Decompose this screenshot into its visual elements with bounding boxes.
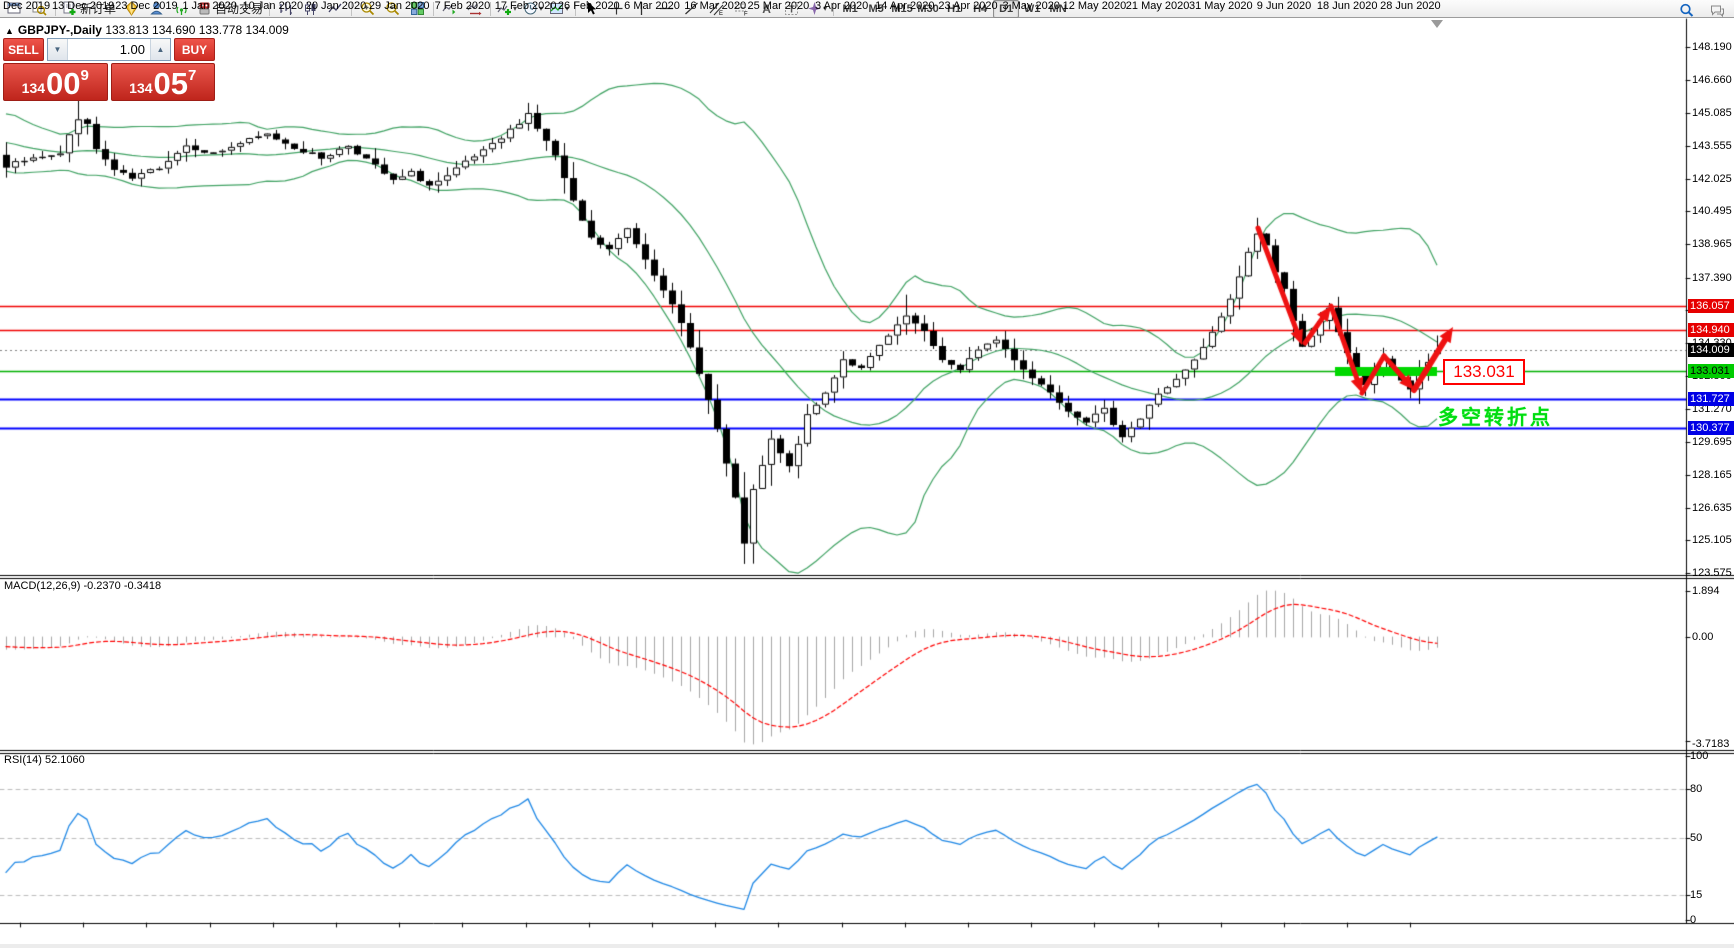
price-axis-badge-blue: 130.377 xyxy=(1688,421,1734,435)
price-axis-tick: 129.695 xyxy=(1692,436,1732,448)
buy-button[interactable]: BUY xyxy=(174,38,215,61)
date-axis-label: 16 Mar 2020 xyxy=(684,0,746,12)
date-axis-label: 18 Jun 2020 xyxy=(1317,0,1378,12)
date-axis-label: 21 May 2020 xyxy=(1126,0,1190,12)
date-axis-label: 3 May 2020 xyxy=(1002,0,1059,12)
sell-price-pip: 9 xyxy=(81,67,89,84)
date-axis-label: 23 Apr 2020 xyxy=(938,0,997,12)
volume-increase-icon[interactable]: ▲ xyxy=(150,39,170,60)
symbol-marker-icon: ▲ xyxy=(5,26,14,36)
date-axis-label: 31 May 2020 xyxy=(1189,0,1253,12)
date-axis-label: 12 May 2020 xyxy=(1063,0,1127,12)
rsi-axis-tick: 0 xyxy=(1690,914,1696,926)
date-axis-label: 23 Dec 2019 xyxy=(115,0,177,12)
volume-value[interactable]: 1.00 xyxy=(68,39,150,60)
price-axis-badge-green: 133.031 xyxy=(1688,364,1734,378)
macd-axis-tick: -3.7183 xyxy=(1692,738,1729,750)
date-axis-label: 28 Jun 2020 xyxy=(1380,0,1441,12)
sell-price-prefix: 134 xyxy=(22,80,45,96)
price-axis-badge-red: 136.057 xyxy=(1688,299,1734,313)
price-axis-tick: 143.555 xyxy=(1692,140,1732,152)
price-axis-badge-blue: 131.727 xyxy=(1688,392,1734,406)
price-axis-tick: 125.105 xyxy=(1692,534,1732,546)
date-axis-label: 7 Feb 2020 xyxy=(435,0,491,12)
date-axis-label: 10 Jan 2020 xyxy=(243,0,304,12)
date-axis-label: 13 Dec 2019 xyxy=(52,0,114,12)
date-axis-label: 26 Feb 2020 xyxy=(558,0,620,12)
chart-shift-marker-icon[interactable] xyxy=(1431,20,1443,28)
macd-axis-tick: 1.894 xyxy=(1692,585,1720,597)
date-axis-label: Dec 2019 xyxy=(3,0,50,12)
sell-button[interactable]: SELL xyxy=(3,38,44,61)
price-axis-tick: 148.190 xyxy=(1692,41,1732,53)
mt4-window: 新订单自动交易▾▾▾EFAT▾M1M5M15M30H1H4D1W1MN ▲GBP… xyxy=(0,0,1734,948)
symbol-name: GBPJPY-,Daily xyxy=(18,23,102,37)
price-axis-tick: 123.575 xyxy=(1692,567,1732,579)
date-axis-label: 25 Mar 2020 xyxy=(748,0,810,12)
one-click-trading-panel: SELL ▼ 1.00 ▲ BUY 134 00 9 134 05 7 xyxy=(3,38,215,101)
price-level-callout[interactable]: 133.031 xyxy=(1443,359,1525,385)
buy-price-prefix: 134 xyxy=(129,80,152,96)
buy-price-pip: 7 xyxy=(188,67,196,84)
date-axis-label: 1 Jan 2020 xyxy=(182,0,236,12)
price-axis-tick: 126.635 xyxy=(1692,502,1732,514)
price-axis-tick: 145.085 xyxy=(1692,107,1732,119)
volume-stepper[interactable]: ▼ 1.00 ▲ xyxy=(47,38,171,61)
rsi-axis-tick: 80 xyxy=(1690,783,1702,795)
rsi-axis-tick: 100 xyxy=(1690,750,1708,762)
sell-price-button[interactable]: 134 00 9 xyxy=(3,63,108,101)
date-axis-label: 3 Apr 2020 xyxy=(815,0,868,12)
price-axis-tick: 140.495 xyxy=(1692,205,1732,217)
price-axis-tick: 146.660 xyxy=(1692,74,1732,86)
date-axis-label: 29 Jan 2020 xyxy=(369,0,430,12)
sell-price-main: 00 xyxy=(46,71,80,97)
price-axis-tick: 128.165 xyxy=(1692,469,1732,481)
status-strip xyxy=(0,944,1734,948)
buy-price-main: 05 xyxy=(154,71,188,97)
macd-axis-tick: 0.00 xyxy=(1692,631,1713,643)
macd-indicator-label: MACD(12,26,9) -0.2370 -0.3418 xyxy=(4,580,161,592)
buy-price-button[interactable]: 134 05 7 xyxy=(111,63,216,101)
price-axis-badge-black: 134.009 xyxy=(1688,343,1734,357)
date-axis-label: 17 Feb 2020 xyxy=(495,0,557,12)
turning-point-annotation[interactable]: 多空转折点 xyxy=(1438,401,1553,430)
price-axis-tick: 142.025 xyxy=(1692,173,1732,185)
price-axis-tick: 137.390 xyxy=(1692,272,1732,284)
rsi-indicator-label: RSI(14) 52.1060 xyxy=(4,754,85,766)
chart-canvas[interactable] xyxy=(0,0,1734,948)
price-axis-tick: 138.965 xyxy=(1692,238,1732,250)
date-axis-label: 6 Mar 2020 xyxy=(624,0,680,12)
date-axis-label: 20 Jan 2020 xyxy=(306,0,367,12)
rsi-axis-tick: 15 xyxy=(1690,889,1702,901)
symbol-info-line: ▲ GBPJPY-,Daily 133.813 134.690 133.778 1… xyxy=(5,23,289,37)
date-axis-label: 9 Jun 2020 xyxy=(1257,0,1311,12)
symbol-ohlc: 133.813 134.690 133.778 134.009 xyxy=(105,23,289,37)
date-axis-label: 14 Apr 2020 xyxy=(875,0,934,12)
price-axis-badge-red: 134.940 xyxy=(1688,323,1734,337)
volume-decrease-icon[interactable]: ▼ xyxy=(48,39,68,60)
rsi-axis-tick: 50 xyxy=(1690,832,1702,844)
